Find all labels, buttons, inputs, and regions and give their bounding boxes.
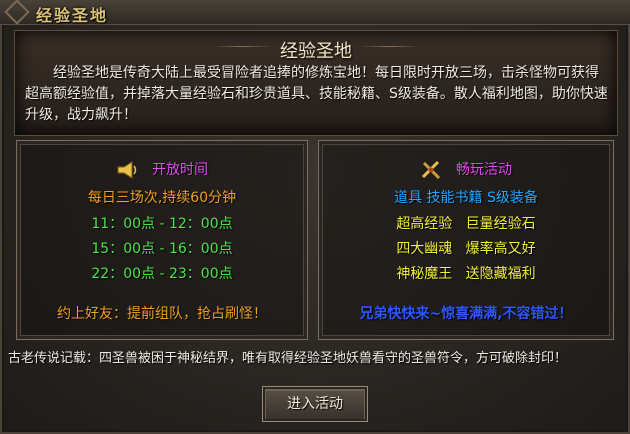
legend-text: 古老传说记载：四圣兽被困于神秘结界，唯有取得经验圣地妖兽看守的圣兽符令，方可破除… [8,351,568,366]
banner-description: 经验圣地是传奇大陆上最受冒险者追捧的修炼宝地！每日限时开放三场，击杀怪物可获得超… [25,65,608,123]
activity-title: 畅玩活动 [456,162,512,178]
time-slot: 15：00点 - 16：00点 [91,241,233,257]
activity-row: 四大幽魂 爆率高又好 [319,238,613,258]
crossed-swords-icon [420,160,442,180]
banner-title: 经验圣地 [280,41,352,62]
activity-header: 畅玩活动 [319,159,613,180]
activity-feature: 爆率高又好 [465,241,536,257]
open-time-panel: 开放时间 每日三场次,持续60分钟 11：00点 - 12：00点 15：00点… [16,140,308,340]
open-time-subtitle: 每日三场次,持续60分钟 [87,190,237,206]
activity-row: 神秘魔王 送隐藏福利 [319,263,613,283]
open-time-footer: 约上好友：提前组队，抢占刷怪！ [57,306,267,322]
time-slot: 22：00点 - 23：00点 [91,266,233,282]
open-time-header: 开放时间 [17,159,307,180]
activity-footer: 兄弟快快来~惊喜满满,不容错过！ [359,306,573,322]
window-title: 经验圣地 [36,6,109,25]
flourish-right-icon [359,46,421,47]
activity-subtitle: 道具 技能书籍 S级装备 [394,190,538,206]
corner-ornament-icon [4,0,30,25]
megaphone-icon [116,160,138,180]
activity-feature: 四大幽魂 [396,241,453,257]
enter-activity-button[interactable]: 进入活动 [262,386,368,422]
open-time-title: 开放时间 [152,162,208,178]
activity-row: 超高经验 巨量经验石 [319,213,613,233]
time-slot: 11：00点 - 12：00点 [91,216,233,232]
activity-feature: 神秘魔王 [396,266,453,282]
activity-feature: 超高经验 [396,216,453,232]
activity-feature: 巨量经验石 [465,216,536,232]
intro-banner: 经验圣地 经验圣地是传奇大陆上最受冒险者追捧的修炼宝地！每日限时开放三场，击杀怪… [14,30,618,136]
activity-panel: 畅玩活动 道具 技能书籍 S级装备 超高经验 巨量经验石 四大幽魂 爆率高又好 … [318,140,614,340]
activity-feature: 送隐藏福利 [465,266,536,282]
title-bar: 经验圣地 [0,0,630,25]
